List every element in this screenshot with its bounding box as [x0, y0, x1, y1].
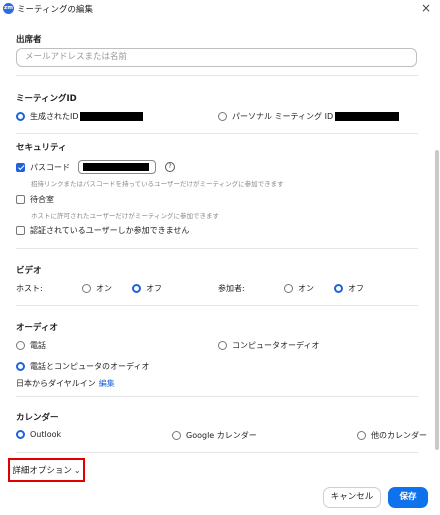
radio-selected-icon[interactable] — [16, 362, 25, 371]
other-calendar-label: 他のカレンダー — [371, 431, 427, 440]
participant-video-on-option[interactable]: オン — [284, 283, 314, 294]
save-button[interactable]: 保存 — [388, 487, 428, 508]
chevron-down-icon: ⌄ — [73, 465, 81, 475]
radio-selected-icon[interactable] — [16, 430, 25, 439]
dial-in-text: 日本からダイヤルイン — [16, 379, 96, 388]
audio-both-option[interactable]: 電話とコンピュータのオーディオ — [16, 361, 149, 372]
security-title: セキュリティ — [16, 143, 67, 153]
host-video-off-option[interactable]: オフ — [132, 283, 162, 294]
divider — [16, 133, 418, 134]
auth-row[interactable]: 認証されているユーザーしか参加できません — [16, 225, 189, 236]
passcode-checkbox[interactable] — [16, 162, 25, 172]
help-icon[interactable]: ? — [165, 162, 175, 172]
audio-title: オーディオ — [16, 323, 58, 333]
dial-in-edit-link[interactable]: 編集 — [99, 378, 115, 389]
radio-unselected-icon[interactable] — [218, 341, 227, 350]
meeting-id-personal-option[interactable]: パーソナル ミーティング ID — [218, 111, 400, 122]
off-label: オフ — [348, 284, 364, 293]
meeting-id-title: ミーティングID — [16, 94, 77, 104]
audio-phone-option[interactable]: 電話 — [16, 340, 46, 351]
host-video-on-option[interactable]: オン — [82, 283, 112, 294]
passcode-hint: 招待リンクまたはパスコードを持っているユーザーだけがミーティングに参加できます — [31, 180, 284, 188]
calendar-outlook-option[interactable]: Outlook — [16, 430, 61, 439]
calendar-google-option[interactable]: Google カレンダー — [172, 430, 257, 441]
auth-checkbox[interactable] — [16, 226, 25, 235]
attendees-title: 出席者 — [16, 35, 42, 45]
window-title: ミーティングの編集 — [17, 5, 93, 15]
radio-unselected-icon[interactable] — [284, 284, 293, 293]
audio-computer-option[interactable]: コンピュータオーディオ — [218, 340, 319, 351]
redacted-passcode — [83, 163, 149, 171]
radio-unselected-icon[interactable] — [218, 112, 227, 121]
google-calendar-label: Google カレンダー — [186, 431, 257, 440]
divider — [16, 452, 418, 453]
close-icon[interactable]: × — [421, 1, 431, 15]
divider — [16, 248, 418, 249]
personal-id-label: パーソナル ミーティング ID — [232, 112, 334, 121]
waiting-room-label: 待合室 — [30, 195, 54, 204]
title-bar: zm ミーティングの編集 × — [0, 0, 440, 18]
calendar-title: カレンダー — [16, 413, 59, 423]
on-label: オン — [298, 284, 314, 293]
both-audio-label: 電話とコンピュータのオーディオ — [30, 362, 150, 371]
radio-unselected-icon[interactable] — [16, 341, 25, 350]
passcode-label: パスコード — [30, 162, 70, 172]
calendar-other-option[interactable]: 他のカレンダー — [357, 430, 427, 441]
waiting-room-row[interactable]: 待合室 — [16, 194, 54, 205]
dial-in-row: 日本からダイヤルイン 編集 — [16, 378, 115, 389]
host-video-label: ホスト: — [16, 284, 43, 293]
zoom-logo-icon: zm — [3, 3, 14, 14]
advanced-options-toggle[interactable]: 詳細オプション ⌄ — [8, 458, 85, 482]
radio-unselected-icon[interactable] — [82, 284, 91, 293]
radio-unselected-icon[interactable] — [172, 431, 181, 440]
radio-unselected-icon[interactable] — [357, 431, 366, 440]
participant-video-off-option[interactable]: オフ — [334, 283, 364, 294]
radio-selected-icon[interactable] — [132, 284, 141, 293]
redacted-id — [335, 112, 400, 121]
divider — [16, 75, 418, 76]
passcode-row[interactable]: パスコード ? — [16, 160, 175, 174]
auth-label: 認証されているユーザーしか参加できません — [30, 226, 190, 235]
attendees-input[interactable]: メールアドレスまたは名前 — [16, 48, 417, 67]
meeting-id-generated-option[interactable]: 生成されたID — [16, 111, 143, 122]
participant-video-label: 参加者: — [218, 284, 245, 293]
on-label: オン — [96, 284, 112, 293]
advanced-options-label: 詳細オプション — [12, 466, 72, 476]
phone-label: 電話 — [30, 341, 46, 350]
passcode-input[interactable] — [78, 160, 156, 174]
divider — [16, 305, 418, 306]
off-label: オフ — [146, 284, 162, 293]
divider — [16, 396, 418, 397]
outlook-label: Outlook — [30, 430, 62, 439]
waiting-room-hint: ホストに許可されたユーザーだけがミーティングに参加できます — [31, 212, 219, 220]
redacted-id — [79, 112, 143, 121]
scrollbar[interactable] — [435, 150, 439, 450]
computer-audio-label: コンピュータオーディオ — [232, 341, 320, 350]
radio-selected-icon[interactable] — [334, 284, 343, 293]
video-title: ビデオ — [16, 266, 42, 276]
cancel-button[interactable]: キャンセル — [323, 487, 381, 508]
generated-id-label: 生成されたID — [30, 112, 79, 121]
waiting-room-checkbox[interactable] — [16, 195, 25, 204]
radio-selected-icon[interactable] — [16, 112, 25, 121]
